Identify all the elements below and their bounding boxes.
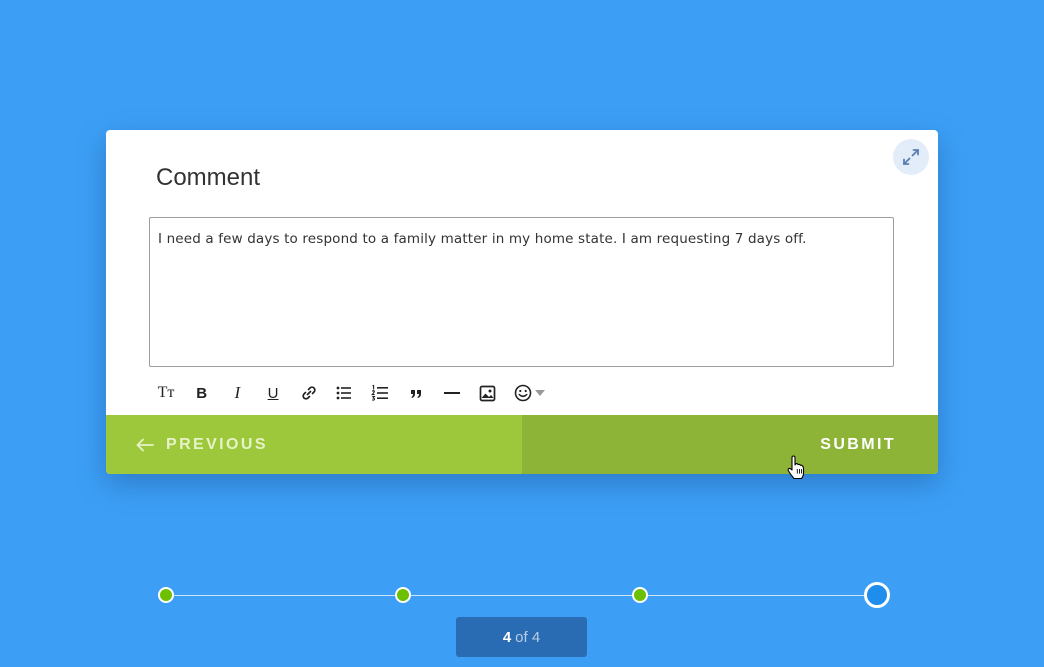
progress-step-2[interactable] xyxy=(395,587,411,603)
comment-textarea[interactable]: I need a few days to respond to a family… xyxy=(149,217,894,367)
horizontal-rule-icon xyxy=(443,392,460,394)
total-steps-label: of 4 xyxy=(515,628,541,646)
expand-icon xyxy=(903,149,919,165)
page-title: Comment xyxy=(156,164,261,191)
page: Comment I need a few days to respond to … xyxy=(0,0,1044,667)
emoji-button[interactable] xyxy=(510,380,550,406)
numbered-list-button[interactable] xyxy=(367,380,393,406)
expand-button[interactable] xyxy=(893,139,929,175)
comment-card: Comment I need a few days to respond to … xyxy=(106,130,938,474)
text-size-button[interactable]: Tт xyxy=(153,380,179,406)
progress-track xyxy=(166,595,877,596)
bold-button[interactable]: B xyxy=(189,380,215,406)
editor-toolbar: Tт B I U xyxy=(153,380,560,406)
previous-label: PREVIOUS xyxy=(166,435,268,453)
image-icon xyxy=(479,385,496,401)
progress-step-4[interactable] xyxy=(864,582,890,608)
submit-label: SUBMIT xyxy=(820,435,896,453)
image-button[interactable] xyxy=(474,380,500,406)
progress-step-3[interactable] xyxy=(632,587,648,603)
underline-button[interactable]: U xyxy=(260,380,286,406)
horizontal-rule-button[interactable] xyxy=(439,380,465,406)
form-footer: PREVIOUS SUBMIT xyxy=(106,415,938,474)
submit-button[interactable]: SUBMIT xyxy=(522,415,938,474)
quote-button[interactable] xyxy=(403,380,429,406)
progress-step-1[interactable] xyxy=(158,587,174,603)
underline-icon: U xyxy=(267,384,279,402)
bold-icon: B xyxy=(196,384,208,402)
bullet-list-button[interactable] xyxy=(331,380,357,406)
quote-icon xyxy=(410,390,421,398)
chevron-down-icon xyxy=(534,390,545,396)
italic-icon: I xyxy=(234,383,241,402)
step-counter: 4 of 4 xyxy=(456,617,587,657)
previous-button[interactable]: PREVIOUS xyxy=(106,415,522,474)
numbered-list-icon xyxy=(371,384,389,401)
italic-button[interactable]: I xyxy=(224,380,250,406)
link-icon xyxy=(302,386,316,400)
hand-cursor-icon xyxy=(787,455,805,480)
link-button[interactable] xyxy=(296,380,322,406)
emoji-icon xyxy=(514,384,532,402)
arrow-left-icon xyxy=(136,438,154,451)
text-size-icon: Tт xyxy=(157,384,175,401)
current-step-number: 4 xyxy=(502,628,512,646)
bullet-list-icon xyxy=(337,386,352,400)
